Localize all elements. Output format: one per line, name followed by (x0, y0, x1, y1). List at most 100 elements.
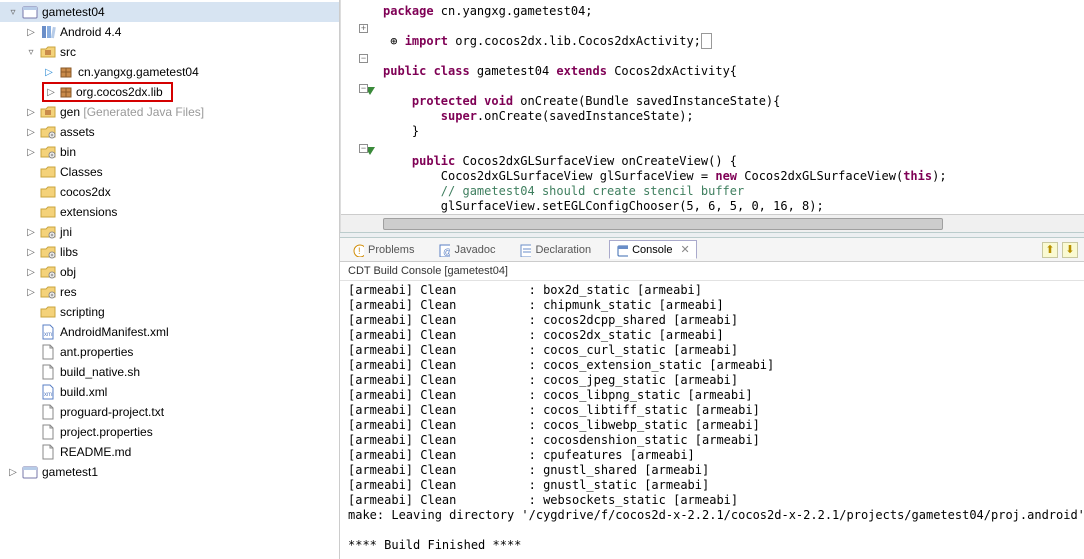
tree-item-label: src (58, 45, 76, 59)
expand-toggle-icon[interactable]: ▷ (6, 465, 20, 479)
scroll-up-button[interactable]: ⬆ (1042, 242, 1058, 258)
tree-item[interactable]: ▷ libs (0, 242, 339, 262)
tree-item[interactable]: ▷ org.cocos2dx.lib (0, 82, 339, 102)
tree-item[interactable]: ▷cn.yangxg.gametest04 (0, 62, 339, 82)
tree-item-project[interactable]: ▷ gametest1 (0, 462, 339, 482)
srcfold-icon (40, 44, 56, 60)
tree-item[interactable]: ▷ obj (0, 262, 339, 282)
tab-label: Problems (368, 244, 414, 256)
srcfold-icon (40, 104, 56, 120)
file-icon (40, 344, 56, 360)
tree-item-label: Classes (58, 165, 103, 179)
expand-toggle-icon[interactable]: ▷ (42, 65, 56, 79)
proj-icon (22, 4, 38, 20)
tree-item-label: proguard-project.txt (58, 405, 164, 419)
tree-item[interactable]: ▷build_native.sh (0, 362, 339, 382)
fold-icon (40, 204, 56, 220)
expand-toggle-icon[interactable]: ▷ (24, 125, 38, 139)
fold-toggle-icon[interactable] (359, 54, 368, 63)
tree-item-label: res (58, 285, 77, 299)
lib-icon (40, 24, 56, 40)
tree-item-label: gen [Generated Java Files] (58, 105, 204, 119)
pkg-icon (58, 64, 74, 80)
tree-item[interactable]: ▷proguard-project.txt (0, 402, 339, 422)
fold-icon (40, 304, 56, 320)
tree-item-label: Android 4.4 (58, 25, 121, 39)
declaration-icon (519, 244, 531, 256)
code-editor[interactable]: package cn.yangxg.gametest04; ⊕ import o… (340, 0, 1084, 232)
tree-item-label: scripting (58, 305, 105, 319)
tree-item-label: org.cocos2dx.lib (74, 85, 163, 99)
console-output[interactable]: [armeabi] Clean : box2d_static [armeabi]… (340, 281, 1084, 559)
foldg-icon (40, 124, 56, 140)
tree-item[interactable]: ▷project.properties (0, 422, 339, 442)
tree-item-label: cocos2dx (58, 185, 111, 199)
tree-item-label: project.properties (58, 425, 153, 439)
tree-item-label: bin (58, 145, 76, 159)
close-tab-icon[interactable]: ✕ (680, 243, 689, 256)
tree-item-label: gametest04 (40, 5, 105, 19)
expand-toggle-icon[interactable]: ▷ (24, 225, 38, 239)
fold-toggle-icon[interactable] (359, 84, 368, 93)
editor-gutter (341, 0, 383, 214)
fold-toggle-icon[interactable] (359, 144, 368, 153)
foldg-icon (40, 264, 56, 280)
tab-label: Console (632, 244, 672, 256)
file-icon (40, 424, 56, 440)
tree-item[interactable]: ▿ src (0, 42, 339, 62)
tree-item[interactable]: ▷ant.properties (0, 342, 339, 362)
horizontal-scrollbar[interactable] (341, 214, 1084, 232)
tree-item-label: assets (58, 125, 95, 139)
xml-icon (40, 384, 56, 400)
foldg-icon (40, 144, 56, 160)
tree-item[interactable]: ▷extensions (0, 202, 339, 222)
expand-toggle-icon[interactable]: ▷ (24, 245, 38, 259)
expand-toggle-icon[interactable]: ▷ (24, 145, 38, 159)
xml-icon (40, 324, 56, 340)
tree-item-label: gametest1 (40, 465, 98, 479)
tree-item-label: AndroidManifest.xml (58, 325, 169, 339)
tab-label: Declaration (535, 244, 591, 256)
tree-item-label: ant.properties (58, 345, 133, 359)
tab-javadoc[interactable]: Javadoc (432, 242, 501, 258)
expand-toggle-icon[interactable]: ▷ (24, 265, 38, 279)
tree-item[interactable]: ▷ res (0, 282, 339, 302)
tree-item[interactable]: ▷ assets (0, 122, 339, 142)
tree-item[interactable]: ▷cocos2dx (0, 182, 339, 202)
expand-toggle-icon[interactable]: ▷ (24, 25, 38, 39)
tree-item[interactable]: ▷ bin (0, 142, 339, 162)
pkg-icon (58, 84, 74, 100)
tree-item[interactable]: ▷Classes (0, 162, 339, 182)
tree-item[interactable]: ▷build.xml (0, 382, 339, 402)
tree-item-label: obj (58, 265, 76, 279)
tree-item[interactable]: ▷ jni (0, 222, 339, 242)
editor-content[interactable]: package cn.yangxg.gametest04; ⊕ import o… (383, 0, 1084, 214)
scroll-down-button[interactable]: ⬇ (1062, 242, 1078, 258)
tree-item[interactable]: ▷ Android 4.4 (0, 22, 339, 42)
tree-item[interactable]: ▷README.md (0, 442, 339, 462)
tab-console[interactable]: Console ✕ (609, 240, 697, 259)
console-title: CDT Build Console [gametest04] (340, 262, 1084, 281)
console-icon (616, 244, 628, 256)
tree-item[interactable]: ▷scripting (0, 302, 339, 322)
tree-item[interactable]: ▷AndroidManifest.xml (0, 322, 339, 342)
tab-problems[interactable]: Problems (346, 242, 420, 258)
tree-item-project[interactable]: ▿ gametest04 (0, 2, 339, 22)
fold-icon (40, 184, 56, 200)
expand-toggle-icon[interactable]: ▿ (24, 45, 38, 59)
tree-item-label: build_native.sh (58, 365, 140, 379)
fold-toggle-icon[interactable] (359, 24, 368, 33)
expand-toggle-icon[interactable]: ▿ (6, 5, 20, 19)
file-icon (40, 444, 56, 460)
expand-toggle-icon[interactable]: ▷ (24, 105, 38, 119)
tree-item[interactable]: ▷ gen [Generated Java Files] (0, 102, 339, 122)
tree-item-label: extensions (58, 205, 117, 219)
tree-item-label: jni (58, 225, 72, 239)
tree-item-label: build.xml (58, 385, 107, 399)
fold-icon (40, 164, 56, 180)
expand-toggle-icon[interactable]: ▷ (24, 285, 38, 299)
expand-toggle-icon[interactable]: ▷ (44, 85, 58, 99)
tab-declaration[interactable]: Declaration (513, 242, 597, 258)
package-explorer[interactable]: ▿gametest04▷Android 4.4▿src▷cn.yangxg.ga… (0, 0, 340, 559)
tree-item-label: libs (58, 245, 78, 259)
